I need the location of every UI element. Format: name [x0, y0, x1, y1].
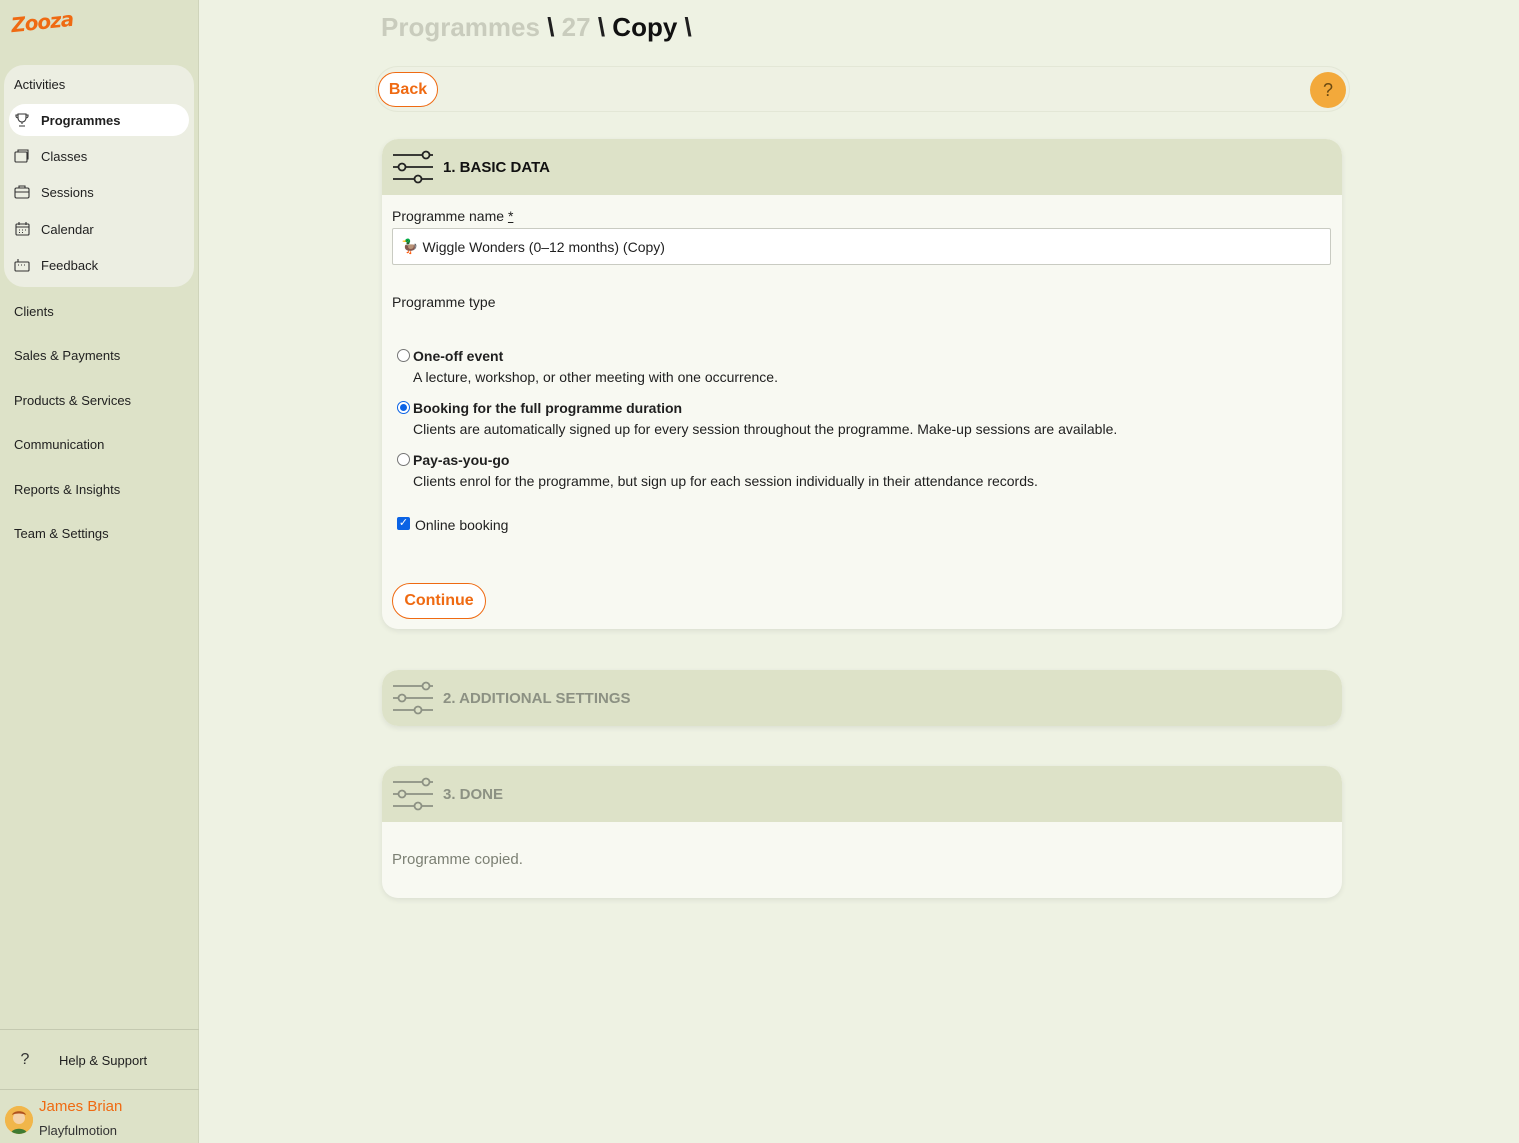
step-title: 2. ADDITIONAL SETTINGS [443, 689, 631, 707]
help-support-label: Help & Support [59, 1052, 148, 1068]
radio-description: Clients enrol for the programme, but sig… [413, 473, 1038, 489]
sliders-icon [393, 150, 433, 184]
sidebar-divider [0, 1029, 199, 1030]
breadcrumb-programme-id[interactable]: 27 [562, 12, 591, 42]
feedback-icon [13, 256, 31, 274]
help-support-link[interactable]: ? Help & Support [0, 1040, 199, 1080]
sidebar-item-reports-insights[interactable]: Reports & Insights [14, 482, 120, 497]
calendar-icon [13, 220, 31, 238]
step-title: 1. BASIC DATA [443, 158, 550, 176]
sidebar-item-calendar[interactable]: Calendar [9, 213, 189, 245]
sidebar-item-classes[interactable]: Classes [9, 140, 189, 172]
sidebar-item-team-settings[interactable]: Team & Settings [14, 526, 109, 541]
activities-group: Activities Programmes Classes Sessions C… [4, 65, 194, 287]
step-header[interactable]: 1. BASIC DATA [382, 139, 1342, 195]
radio-description: A lecture, workshop, or other meeting wi… [413, 369, 778, 385]
radio-description: Clients are automatically signed up for … [413, 421, 1118, 437]
radio-label: Booking for the full programme duration [413, 400, 683, 416]
sliders-icon [393, 777, 433, 811]
sidebar-item-communication[interactable]: Communication [14, 437, 104, 452]
breadcrumb-separator: \ [547, 12, 555, 42]
sliders-icon [393, 681, 433, 715]
online-booking-checkbox[interactable]: ✓ [397, 517, 410, 530]
sidebar-item-label: Feedback [41, 257, 99, 273]
online-booking-label[interactable]: Online booking [415, 517, 508, 533]
help-button[interactable]: ? [1310, 72, 1346, 108]
briefcase-icon [13, 183, 31, 201]
user-organisation: Playfulmotion [39, 1123, 118, 1138]
sidebar-divider [0, 1089, 199, 1090]
breadcrumb-separator: \ [597, 12, 606, 42]
logo-text: Zooza [9, 6, 75, 38]
breadcrumb: Programmes \ 27 \ Copy \ [381, 12, 692, 43]
step-header[interactable]: 2. ADDITIONAL SETTINGS [382, 670, 1342, 726]
radio-label: Pay-as-you-go [413, 452, 510, 468]
question-icon: ? [20, 1051, 30, 1068]
step-basic-data: 1. BASIC DATA Programme name * 🦆 Wiggle … [382, 139, 1342, 629]
radio-full-duration[interactable] [397, 401, 410, 414]
continue-button[interactable]: Continue [392, 583, 486, 619]
programme-type-label: Programme type [392, 294, 496, 310]
sidebar-item-products-services[interactable]: Products & Services [14, 393, 131, 408]
breadcrumb-programmes[interactable]: Programmes [381, 12, 540, 42]
folder-icon [13, 147, 31, 165]
duck-emoji-icon: 🦆 [401, 238, 419, 254]
radio-label: One-off event [413, 348, 504, 364]
user-name: James Brian [39, 1098, 123, 1115]
sidebar-item-label: Programmes [41, 112, 121, 128]
step-title: 3. DONE [443, 785, 504, 803]
activities-title[interactable]: Activities [14, 77, 65, 92]
sidebar-item-label: Calendar [41, 221, 94, 237]
radio-pay-as-you-go[interactable] [397, 453, 410, 466]
breadcrumb-current: Copy [612, 12, 678, 42]
user-profile[interactable]: James Brian Playfulmotion [0, 1092, 199, 1142]
programme-name-label-text: Programme name [392, 208, 505, 224]
programme-copied-message: Programme copied. [392, 851, 523, 868]
required-mark: * [507, 208, 514, 224]
sidebar-item-feedback[interactable]: Feedback [9, 249, 189, 281]
sidebar-item-label: Classes [41, 148, 88, 164]
back-button[interactable]: Back [378, 72, 438, 107]
programme-name-label: Programme name * [392, 208, 513, 224]
zooza-logo[interactable]: Zooza [10, 7, 74, 38]
step-additional-settings: 2. ADDITIONAL SETTINGS [382, 670, 1342, 726]
toolbar: Back ? [375, 66, 1350, 112]
step-header[interactable]: 3. DONE [382, 766, 1342, 822]
sidebar-item-clients[interactable]: Clients [14, 304, 54, 319]
programme-name-input[interactable]: 🦆 Wiggle Wonders (0–12 months) (Copy) [392, 228, 1331, 265]
breadcrumb-separator: \ [684, 12, 692, 42]
trophy-icon [13, 111, 31, 129]
step-done: 3. DONE Programme copied. [382, 766, 1342, 898]
sidebar: Zooza Activities Programmes Classes Sess… [0, 0, 199, 1143]
avatar [5, 1106, 33, 1134]
sidebar-item-sessions[interactable]: Sessions [9, 176, 189, 208]
sidebar-item-sales-payments[interactable]: Sales & Payments [14, 348, 120, 363]
sidebar-item-label: Sessions [41, 184, 94, 200]
programme-name-value: Wiggle Wonders (0–12 months) (Copy) [422, 238, 665, 255]
sidebar-item-programmes[interactable]: Programmes [9, 104, 189, 136]
radio-one-off-event[interactable] [397, 349, 410, 362]
